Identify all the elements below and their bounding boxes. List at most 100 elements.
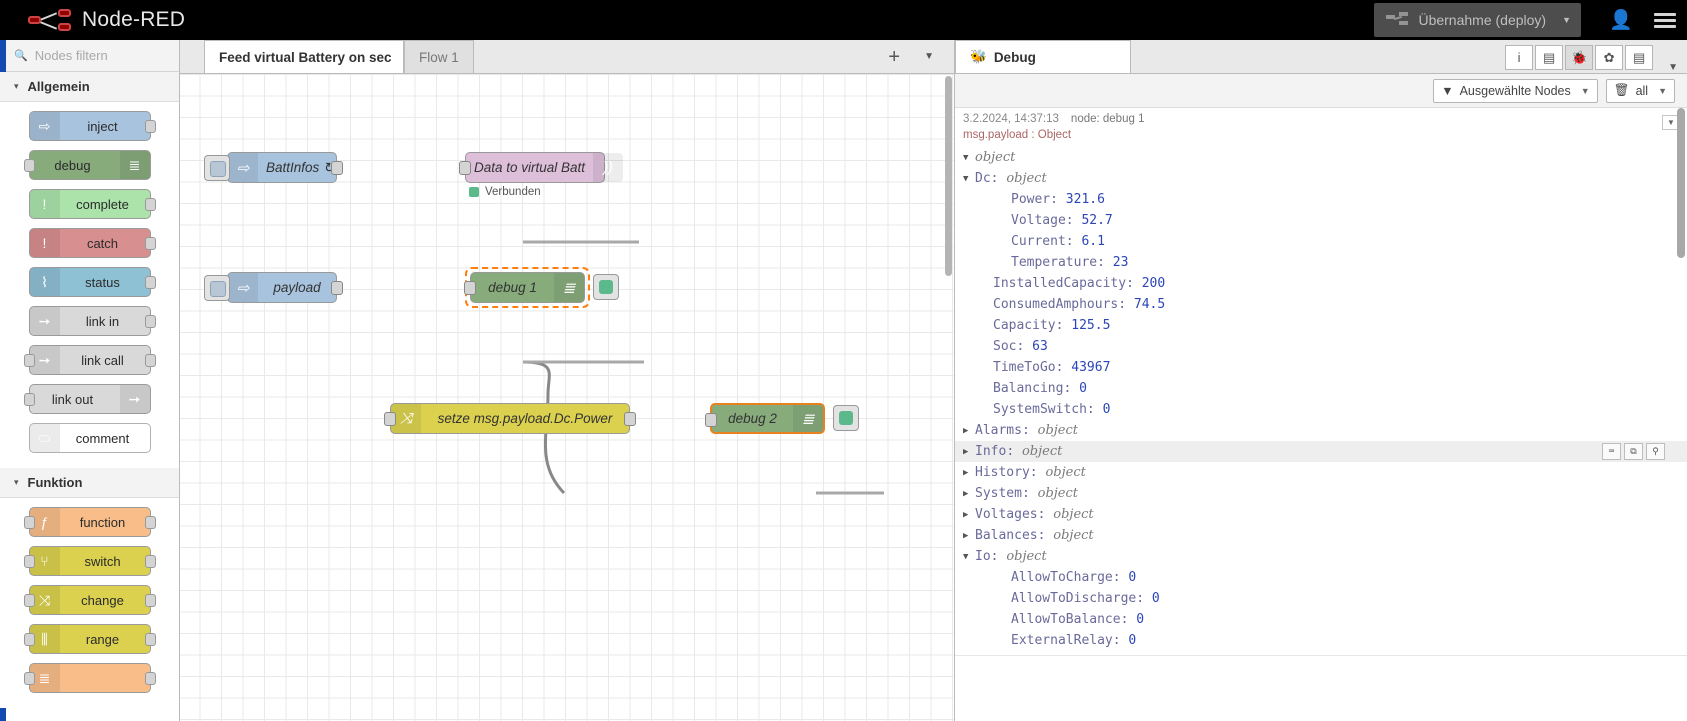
palette-category-allgemein[interactable]: ▾ Allgemein xyxy=(0,72,179,102)
chevron-right-icon[interactable] xyxy=(963,426,975,436)
output-port[interactable] xyxy=(144,594,156,607)
flow-node-battinfos[interactable]: ⇨ BattInfos ↻ xyxy=(204,152,343,183)
filter-nodes-button[interactable]: ▼ Ausgewählte Nodes ▼ xyxy=(1433,78,1598,103)
debug-tree-row-SystemSwitch[interactable]: SystemSwitch: 0 xyxy=(955,399,1687,420)
input-port[interactable] xyxy=(384,412,396,426)
flow-canvas[interactable]: ⇨ BattInfos ↻ Data to virtual Batt)) Verbun… xyxy=(180,74,954,721)
chevron-down-icon[interactable] xyxy=(963,174,975,184)
palette-category-funktion[interactable]: ▾ Funktion xyxy=(0,468,179,498)
chevron-right-icon[interactable] xyxy=(963,489,975,499)
output-port[interactable] xyxy=(144,315,156,328)
debug-tree-row-Balancing[interactable]: Balancing: 0 xyxy=(955,378,1687,399)
debug-tree-row-ExternalRelay[interactable]: ExternalRelay: 0 xyxy=(955,630,1687,651)
debug-tree-row-Info[interactable]: Info: object ⌨ ⧉ ⚲ xyxy=(955,441,1687,462)
output-port[interactable] xyxy=(144,555,156,568)
debug-tree-row-AllowToBalance[interactable]: AllowToBalance: 0 xyxy=(955,609,1687,630)
clear-messages-button[interactable]: 🗑 all ▼ xyxy=(1605,78,1675,103)
debug-tree-row-Current[interactable]: Current: 6.1 xyxy=(955,231,1687,252)
flow-node-data-to-virtual-batt[interactable]: Data to virtual Batt)) xyxy=(459,152,624,183)
pin-button[interactable]: ⚲ xyxy=(1646,443,1665,460)
debug-tree-row-System[interactable]: System: object xyxy=(955,483,1687,504)
debug-button[interactable]: 🐞 xyxy=(1565,45,1594,70)
debug-tree-row-Alarms[interactable]: Alarms: object xyxy=(955,420,1687,441)
debug-tree-row-TimeToGo[interactable]: TimeToGo: 43967 xyxy=(955,357,1687,378)
debug-tree-row-Io[interactable]: Io: object xyxy=(955,546,1687,567)
palette-node-switch[interactable]: ⑂ switch xyxy=(23,546,156,576)
debug-tree-row-History[interactable]: History: object xyxy=(955,462,1687,483)
debug-node-toggle-button[interactable] xyxy=(833,405,859,431)
palette-node-link-in[interactable]: ➙ link in xyxy=(28,306,156,336)
chevron-down-icon[interactable] xyxy=(963,552,975,562)
input-port[interactable] xyxy=(23,393,35,406)
palette-node-comment[interactable]: ⬭ comment xyxy=(28,423,151,453)
debug-tree-row-AllowToDischarge[interactable]: AllowToDischarge: 0 xyxy=(955,588,1687,609)
debug-node-toggle-button[interactable] xyxy=(593,274,619,300)
output-port[interactable] xyxy=(144,633,156,646)
sidebar-more-icon[interactable]: ▼ xyxy=(1659,62,1687,73)
flow-node-payload[interactable]: ⇨ payload xyxy=(204,272,343,303)
palette-node-catch[interactable]: ! catch xyxy=(28,228,156,258)
palette-node-complete[interactable]: ! complete xyxy=(28,189,156,219)
debug-tree-row-Temperature[interactable]: Temperature: 23 xyxy=(955,252,1687,273)
output-port[interactable] xyxy=(144,276,156,289)
flow-node-debug-2[interactable]: debug 2 ≣ xyxy=(705,403,825,434)
chevron-right-icon[interactable] xyxy=(963,447,975,457)
search-input[interactable] xyxy=(34,48,155,63)
output-port[interactable] xyxy=(144,120,156,133)
input-port[interactable] xyxy=(23,672,35,685)
send-to-console-button[interactable]: ⌨ xyxy=(1602,443,1621,460)
deploy-button[interactable]: Übernahme (deploy) ▼ xyxy=(1374,3,1581,37)
chevron-right-icon[interactable] xyxy=(963,531,975,541)
help-button[interactable]: ▤ xyxy=(1535,45,1564,70)
debug-tree-row-InstalledCapacity[interactable]: InstalledCapacity: 200 xyxy=(955,273,1687,294)
debug-scrollbar[interactable] xyxy=(1677,108,1685,258)
debug-tree-row-Soc[interactable]: Soc: 63 xyxy=(955,336,1687,357)
chevron-down-icon[interactable]: ▼ xyxy=(1562,15,1571,25)
palette-node-function[interactable]: ƒ function xyxy=(23,507,156,537)
output-port[interactable] xyxy=(144,516,156,529)
debug-tree-row[interactable]: object xyxy=(955,147,1687,168)
chevron-right-icon[interactable] xyxy=(963,468,975,478)
palette-node-debug[interactable]: debug ≣ xyxy=(23,150,151,180)
chevron-right-icon[interactable] xyxy=(963,510,975,520)
input-port[interactable] xyxy=(23,159,35,172)
output-port[interactable] xyxy=(331,161,343,175)
output-port[interactable] xyxy=(144,672,156,685)
canvas-scrollbar[interactable] xyxy=(945,76,952,276)
debug-tree-row-AllowToCharge[interactable]: AllowToCharge: 0 xyxy=(955,567,1687,588)
inject-trigger-button[interactable] xyxy=(204,155,230,181)
debug-tree-row-ConsumedAmphours[interactable]: ConsumedAmphours: 74.5 xyxy=(955,294,1687,315)
copy-path-button[interactable]: ⧉ xyxy=(1624,443,1643,460)
input-port[interactable] xyxy=(464,281,476,295)
palette-node-link-out[interactable]: link out ➙ xyxy=(23,384,151,414)
palette-node-link-call[interactable]: ➙ link call xyxy=(23,345,156,375)
debug-tree-row-Balances[interactable]: Balances: object xyxy=(955,525,1687,546)
chevron-down-icon[interactable] xyxy=(963,153,975,163)
palette-node-range[interactable]: ⫼ range xyxy=(23,624,156,654)
input-port[interactable] xyxy=(459,161,471,175)
output-port[interactable] xyxy=(331,281,343,295)
tab-debug[interactable]: 🐝 Debug xyxy=(955,40,1131,73)
palette-node-inject[interactable]: ⇨ inject xyxy=(28,111,156,141)
palette-node-unnamed[interactable]: ≣ xyxy=(23,663,156,693)
palette-scroll-area[interactable]: ▾ Allgemein ⇨ inject debug ≣! complete! catch ⌇ s… xyxy=(0,72,179,721)
palette-search[interactable]: 🔍 xyxy=(0,40,179,72)
input-port[interactable] xyxy=(23,516,35,529)
input-port[interactable] xyxy=(23,594,35,607)
input-port[interactable] xyxy=(23,555,35,568)
context-data-button[interactable]: ▤ xyxy=(1625,45,1654,70)
flow-tab-0[interactable]: Feed virtual Battery on sec xyxy=(204,40,404,73)
input-port[interactable] xyxy=(23,633,35,646)
config-button[interactable]: ✿ xyxy=(1595,45,1624,70)
information-button[interactable]: i xyxy=(1505,45,1534,70)
user-menu-button[interactable]: 👤 xyxy=(1599,0,1643,40)
debug-tree-row-Dc[interactable]: Dc: object xyxy=(955,168,1687,189)
plus-icon[interactable]: + xyxy=(874,47,914,67)
input-port[interactable] xyxy=(705,413,717,427)
inject-trigger-button[interactable] xyxy=(204,275,230,301)
flow-tab-1[interactable]: Flow 1 xyxy=(404,40,474,73)
output-port[interactable] xyxy=(144,354,156,367)
debug-message-list[interactable]: 3.2.2024, 14:37:13 node: debug 1 msg.pay… xyxy=(955,108,1687,721)
main-menu-button[interactable] xyxy=(1643,0,1687,40)
debug-message[interactable]: 3.2.2024, 14:37:13 node: debug 1 msg.pay… xyxy=(955,108,1687,656)
